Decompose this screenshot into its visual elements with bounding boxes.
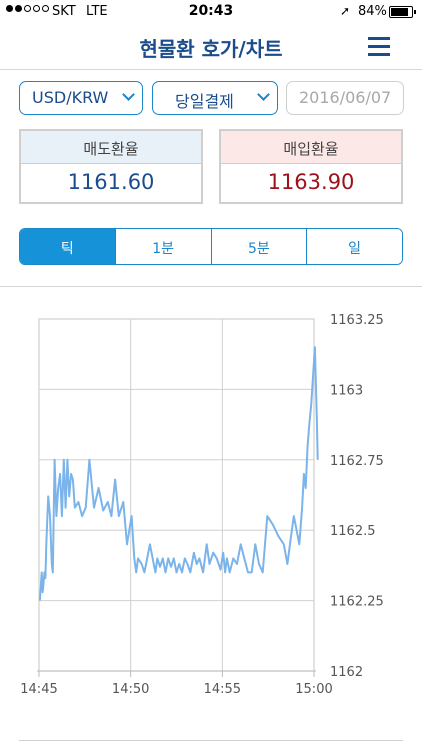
divider — [19, 740, 403, 741]
y-tick-label: 1163.25 — [330, 313, 384, 328]
settlement-select[interactable]: 당일결제 — [152, 81, 278, 115]
tab-daily[interactable]: 일 — [306, 229, 402, 264]
y-tick-label: 1163 — [330, 383, 363, 398]
price-series-line — [38, 346, 319, 601]
plot-frame — [38, 318, 315, 672]
hamburger-menu-icon[interactable] — [364, 32, 394, 62]
interval-tabs: 틱 1분 5분 일 — [19, 228, 403, 265]
date-field[interactable]: 2016/06/07 — [286, 81, 404, 115]
sell-rate-label: 매도환율 — [21, 131, 201, 164]
buy-rate-value: 1163.90 — [267, 170, 355, 194]
x-tick-label: 14:45 — [20, 682, 57, 697]
battery-percent: 84% — [358, 4, 387, 19]
divider — [0, 286, 422, 287]
y-tick-label: 1162.5 — [330, 524, 376, 539]
x-tick-label: 15:00 — [295, 682, 332, 697]
sell-rate-box: 매도환율 1161.60 — [19, 129, 203, 204]
sell-rate-value: 1161.60 — [67, 170, 155, 194]
tab-5min[interactable]: 5분 — [210, 229, 307, 264]
buy-rate-box: 매입환율 1163.90 — [219, 129, 403, 204]
page-title: 현물환 호가/차트 — [139, 37, 283, 61]
y-tick-label: 1162.25 — [330, 595, 384, 610]
tab-tick[interactable]: 틱 — [20, 229, 115, 264]
tick-chart: 1162 1162.25 1162.5 1162.75 1163 1163.25 14:45… — [20, 313, 384, 697]
status-bar: SKT LTE 20:43 ➚ 84% — [0, 0, 422, 24]
settlement-select-value: 당일결제 — [175, 92, 234, 111]
battery-icon — [389, 6, 416, 18]
y-tick-label: 1162 — [330, 665, 363, 680]
currency-select[interactable]: USD/KRW — [19, 81, 143, 115]
x-tick-label: 14:55 — [204, 682, 241, 697]
x-tick-label: 14:50 — [112, 682, 149, 697]
location-arrow-icon: ➚ — [340, 4, 351, 18]
chevron-down-icon — [122, 88, 135, 101]
buy-rate-label: 매입환율 — [221, 131, 401, 164]
nav-bar: 현물환 호가/차트 — [0, 24, 422, 70]
currency-select-value: USD/KRW — [32, 88, 109, 107]
tab-1min[interactable]: 1분 — [114, 229, 211, 264]
chevron-down-icon — [257, 88, 270, 101]
y-tick-label: 1162.75 — [330, 454, 384, 469]
